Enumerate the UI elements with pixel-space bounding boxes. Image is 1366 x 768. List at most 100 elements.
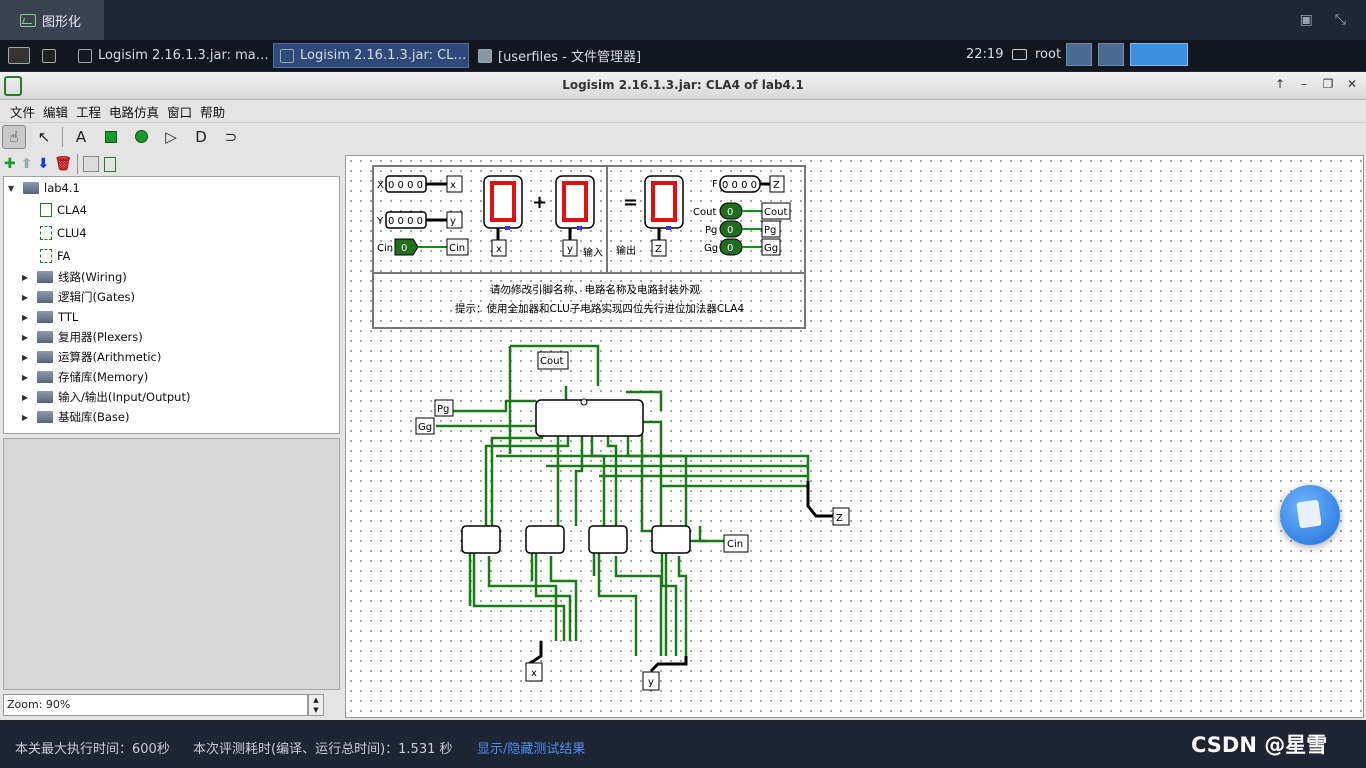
- or-gate-icon[interactable]: ⊃: [219, 125, 243, 149]
- tree-item-label: FA: [57, 249, 71, 263]
- layout-view-icon[interactable]: [82, 156, 99, 172]
- tree-lib-io[interactable]: ▶ 输入/输出(Input/Output): [22, 387, 190, 407]
- gg-schematic-tunnel: Gg: [418, 422, 432, 433]
- tree-lib-arithmetic[interactable]: ▶ 运算器(Arithmetic): [22, 347, 161, 367]
- user-name[interactable]: root: [1035, 47, 1061, 62]
- max-time-text: 本关最大执行时间：600秒: [15, 742, 170, 757]
- tree-item-label: TTL: [58, 310, 79, 324]
- x-label: X: [377, 180, 384, 191]
- taskbar-item-label: [userfiles - 文件管理器]: [498, 50, 642, 65]
- eval-time-text: 本次评测耗时(编译、运行总时间)：1.531 秒: [193, 742, 453, 757]
- x-schematic-tunnel: x: [531, 668, 537, 679]
- gg-label: Gg: [704, 243, 718, 254]
- briefcase-icon[interactable]: ▣: [1300, 12, 1313, 28]
- system-tray: [1066, 43, 1188, 66]
- menu-simulate[interactable]: 电路仿真: [105, 102, 163, 121]
- up-icon[interactable]: ↑: [1272, 77, 1288, 93]
- menu-file[interactable]: 文件: [6, 102, 39, 121]
- menu-window[interactable]: 窗口: [163, 102, 196, 121]
- folder-icon[interactable]: [1098, 43, 1124, 66]
- tree-item-label: 线路(Wiring): [58, 270, 127, 284]
- logisim-icon: [280, 48, 294, 63]
- attribute-table: [3, 438, 340, 690]
- maximize-icon[interactable]: ❐: [1320, 77, 1336, 93]
- x-tunnel-label: x: [450, 180, 456, 191]
- delete-icon[interactable]: 🗑: [54, 156, 72, 172]
- fa-component-1[interactable]: [588, 525, 628, 554]
- add-circuit-icon[interactable]: ✚: [4, 156, 16, 172]
- tree-lib-gates[interactable]: ▶ 逻辑门(Gates): [22, 287, 135, 307]
- folder-icon: [37, 351, 53, 363]
- zoom-field[interactable]: Zoom: 90%: [3, 694, 308, 716]
- input-pin-icon[interactable]: [99, 125, 123, 149]
- select-arrow-icon[interactable]: ↖: [32, 125, 56, 149]
- output-caption: 输出: [616, 244, 636, 257]
- tree-item-fa[interactable]: FA: [40, 246, 70, 266]
- tree-item-label: CLU4: [57, 226, 87, 240]
- tree-item-label: 复用器(Plexers): [58, 330, 143, 344]
- shrink-icon[interactable]: ⤡: [1335, 12, 1346, 28]
- menu-edit[interactable]: 编辑: [39, 102, 72, 121]
- terminal-icon[interactable]: [36, 43, 64, 68]
- taskbar-item-file-manager[interactable]: [userfiles - 文件管理器]: [472, 43, 668, 68]
- text-tool-icon[interactable]: A: [69, 125, 93, 149]
- tree-root[interactable]: ▼ lab4.1: [8, 178, 80, 198]
- poke-hand-icon[interactable]: ☝: [2, 124, 26, 149]
- circuit-canvas[interactable]: X 0 0 0 0 x Y 0 0 0 0 y Cin 0 Cin x + y …: [345, 155, 1364, 718]
- pg-label: Pg: [705, 225, 717, 236]
- not-gate-icon[interactable]: ▷: [159, 125, 183, 149]
- tree-lib-plexers[interactable]: ▶ 复用器(Plexers): [22, 327, 143, 347]
- clock[interactable]: 22:19: [966, 47, 1003, 62]
- logisim-tray-icon[interactable]: [1130, 43, 1188, 66]
- graphical-tab-label: 图形化: [42, 14, 82, 30]
- tree-item-label: 逻辑门(Gates): [58, 290, 136, 304]
- folder-icon: [37, 391, 53, 403]
- tree-item-clu4[interactable]: CLU4: [40, 223, 87, 243]
- circuit-wires: [436, 344, 810, 656]
- move-up-icon[interactable]: ⬆: [21, 156, 33, 172]
- circuit-icon: [40, 226, 52, 240]
- output-pin-icon[interactable]: [129, 125, 153, 149]
- project-toolbar: ✚ ⬆ ⬇ 🗑: [0, 152, 116, 176]
- folder-icon: [37, 411, 53, 423]
- keyboard-icon[interactable]: [1012, 49, 1027, 60]
- screen-icon[interactable]: [1066, 43, 1092, 66]
- hex-x-tunnel: x: [496, 244, 502, 255]
- tree-item-label: 存储库(Memory): [58, 370, 149, 384]
- taskbar-item-logisim-main[interactable]: Logisim 2.16.1.3.jar: ma…: [72, 43, 270, 68]
- folder-icon: [23, 182, 39, 194]
- tree-item-cla4[interactable]: CLA4: [40, 200, 87, 220]
- project-explorer: ▼ lab4.1 CLA4 CLU4 FA ▶ 线路(Wiring) ▶ 逻辑门(G…: [3, 176, 340, 434]
- close-icon[interactable]: ✕: [1344, 77, 1360, 93]
- hex-display-x: [483, 175, 523, 257]
- fa-component-2[interactable]: [525, 525, 565, 554]
- pg-tunnel: Pg: [764, 225, 776, 236]
- clu4-component[interactable]: [535, 398, 644, 437]
- appearance-view-icon[interactable]: [103, 156, 116, 172]
- input-caption: 输入: [583, 246, 603, 259]
- graphical-tab[interactable]: 图形化: [0, 0, 104, 40]
- taskbar-item-logisim-cla[interactable]: Logisim 2.16.1.3.jar: CL…: [273, 43, 469, 68]
- menu-help[interactable]: 帮助: [196, 102, 229, 121]
- cin-label: Cin: [377, 243, 393, 254]
- floating-assistant-button[interactable]: [1280, 485, 1340, 545]
- tree-lib-wiring[interactable]: ▶ 线路(Wiring): [22, 267, 127, 287]
- minimize-icon[interactable]: –: [1296, 77, 1312, 93]
- topbar-icons: ▣ ⤡: [1300, 12, 1346, 28]
- folder-icon: [37, 371, 53, 383]
- fa-component-0[interactable]: [651, 525, 691, 554]
- folder-icon: [37, 331, 53, 343]
- desktop-icon[interactable]: [2, 43, 32, 68]
- zoom-spinner[interactable]: ▲ ▼: [308, 694, 324, 716]
- toggle-results-link[interactable]: 显示/隐藏测试结果: [477, 738, 585, 757]
- logisim-logo-icon: [4, 76, 22, 96]
- taskbar-item-label: Logisim 2.16.1.3.jar: ma…: [98, 48, 269, 63]
- move-down-icon[interactable]: ⬇: [37, 156, 49, 172]
- plus-sign: +: [532, 192, 547, 213]
- tree-lib-ttl[interactable]: ▶ TTL: [22, 307, 78, 327]
- fa-component-3[interactable]: [461, 525, 501, 554]
- and-gate-icon[interactable]: D: [189, 125, 213, 149]
- tree-lib-memory[interactable]: ▶ 存储库(Memory): [22, 367, 148, 387]
- menu-project[interactable]: 工程: [72, 102, 105, 121]
- tree-lib-base[interactable]: ▶ 基础库(Base): [22, 407, 129, 427]
